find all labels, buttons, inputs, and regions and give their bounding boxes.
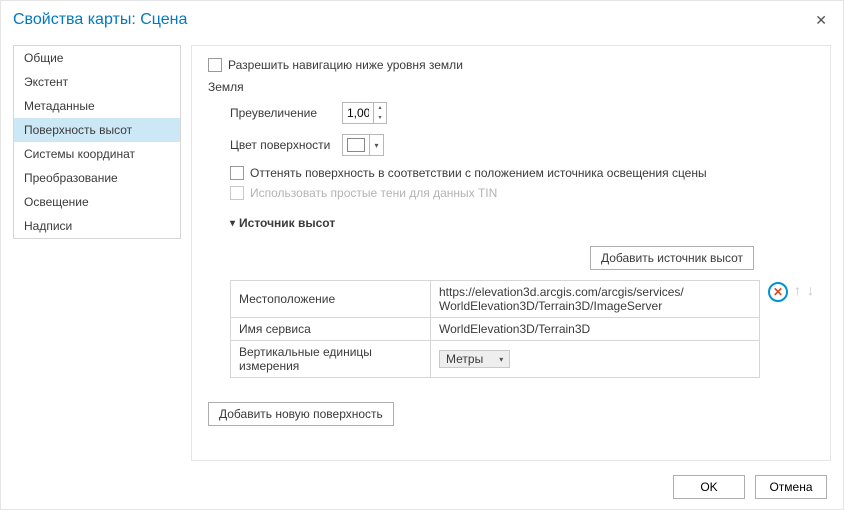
tin-label: Использовать простые тени для данных TIN [250,186,497,200]
close-icon[interactable]: ✕ [811,12,831,29]
cancel-button[interactable]: Отмена [755,475,827,499]
sidebar-item-extent[interactable]: Экстент [14,70,180,94]
service-name-label: Имя сервиса [231,318,431,341]
spinner-up-icon[interactable]: ▴ [374,103,386,113]
ground-section-label: Земля [208,80,814,94]
move-down-icon: ↓ [807,282,814,298]
location-value: https://elevation3d.arcgis.com/arcgis/se… [431,281,744,318]
color-swatch [347,138,365,152]
shade-label: Оттенять поверхность в соответствии с по… [250,166,707,180]
table-row: Имя сервиса WorldElevation3D/Terrain3D [231,318,760,341]
sidebar-item-illumination[interactable]: Освещение [14,190,180,214]
surface-color-picker[interactable]: ▾ [342,134,384,156]
service-name-value: WorldElevation3D/Terrain3D [431,318,744,341]
chevron-down-icon[interactable]: ▾ [499,355,503,364]
move-up-icon: ↑ [794,282,801,298]
allow-below-label: Разрешить навигацию ниже уровня земли [228,58,463,72]
vertical-units-value: Метры [446,352,483,366]
shade-checkbox[interactable] [230,166,244,180]
add-new-surface-button[interactable]: Добавить новую поверхность [208,402,394,426]
sidebar-item-elevation-surface[interactable]: Поверхность высот [14,118,180,142]
add-elevation-source-button[interactable]: Добавить источник высот [590,246,754,270]
sidebar: Общие Экстент Метаданные Поверхность выс… [13,45,181,239]
tin-checkbox [230,186,244,200]
allow-below-checkbox[interactable] [208,58,222,72]
exaggeration-spinner[interactable]: ▴ ▾ [342,102,387,124]
exaggeration-label: Преувеличение [230,106,342,120]
sidebar-item-labels[interactable]: Надписи [14,214,180,238]
sidebar-item-metadata[interactable]: Метаданные [14,94,180,118]
content-panel: Разрешить навигацию ниже уровня земли Зе… [191,45,831,461]
vertical-units-dropdown[interactable]: Метры ▾ [439,350,510,368]
table-row: Местоположение https://elevation3d.arcgi… [231,281,760,318]
dialog-title: Свойства карты: Сцена [13,11,811,29]
sidebar-item-coord-systems[interactable]: Системы координат [14,142,180,166]
table-row: Вертикальные единицы измерения Метры ▾ [231,341,760,378]
location-label: Местоположение [231,281,431,318]
exaggeration-input[interactable] [343,103,373,123]
collapse-icon: ▾ [230,218,235,229]
elevation-source-label: Источник высот [239,216,335,230]
surface-color-label: Цвет поверхности [230,138,342,152]
sidebar-item-transformation[interactable]: Преобразование [14,166,180,190]
sidebar-item-general[interactable]: Общие [14,46,180,70]
elevation-source-header[interactable]: ▾ Источник высот [230,216,814,230]
vertical-units-label: Вертикальные единицы измерения [231,341,431,378]
chevron-down-icon[interactable]: ▾ [369,135,383,155]
spinner-down-icon[interactable]: ▾ [374,113,386,123]
ok-button[interactable]: OK [673,475,745,499]
remove-source-button[interactable]: ✕ [768,282,788,302]
elevation-source-grid: Местоположение https://elevation3d.arcgi… [230,280,760,378]
